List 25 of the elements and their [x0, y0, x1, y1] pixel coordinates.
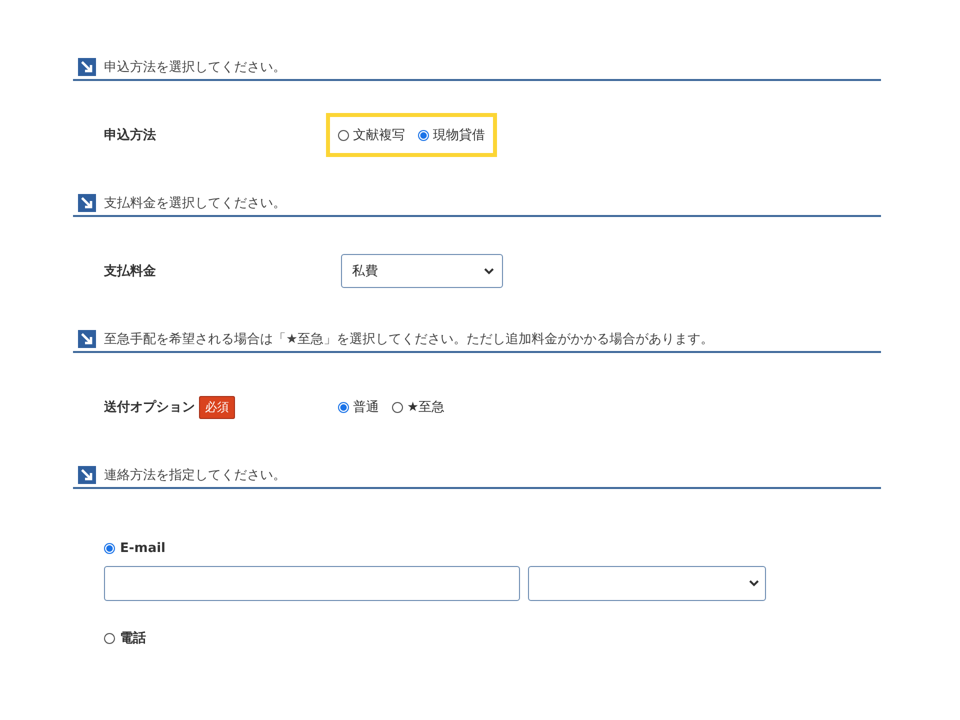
section-heading: 申込方法を選択してください。: [104, 59, 286, 76]
radio-button[interactable]: [392, 402, 403, 412]
option-label[interactable]: 現物貸借: [433, 126, 485, 144]
chevron-down-icon: [484, 268, 494, 274]
section-heading: 連絡方法を指定してください。: [104, 467, 286, 484]
option-label[interactable]: E-mail: [120, 541, 166, 556]
option-label[interactable]: 普通: [353, 398, 379, 416]
field-label: 送付オプション: [104, 398, 195, 416]
field-label: 申込方法: [104, 126, 156, 144]
radio-button[interactable]: [418, 130, 429, 140]
option-label[interactable]: ★至急: [407, 398, 445, 416]
radio-button[interactable]: [104, 632, 115, 644]
required-badge: 必須: [199, 396, 235, 418]
section-heading: 至急手配を希望される場合は「★至急」を選択してください。ただし追加料金がかかる場合があります。: [104, 331, 714, 348]
option-label[interactable]: 電話: [120, 629, 146, 647]
email-field[interactable]: [104, 566, 520, 601]
field-label: 支払料金: [104, 263, 156, 280]
option-label[interactable]: 文献複写: [353, 126, 405, 144]
domain-dropdown[interactable]: [528, 566, 766, 601]
payment-dropdown[interactable]: 私費: [341, 254, 503, 288]
section-heading: 支払料金を選択してください。: [104, 195, 286, 212]
radio-button[interactable]: [104, 543, 115, 554]
chevron-down-icon: [749, 580, 759, 587]
radio-button[interactable]: [338, 130, 349, 140]
radio-button[interactable]: [338, 402, 349, 412]
